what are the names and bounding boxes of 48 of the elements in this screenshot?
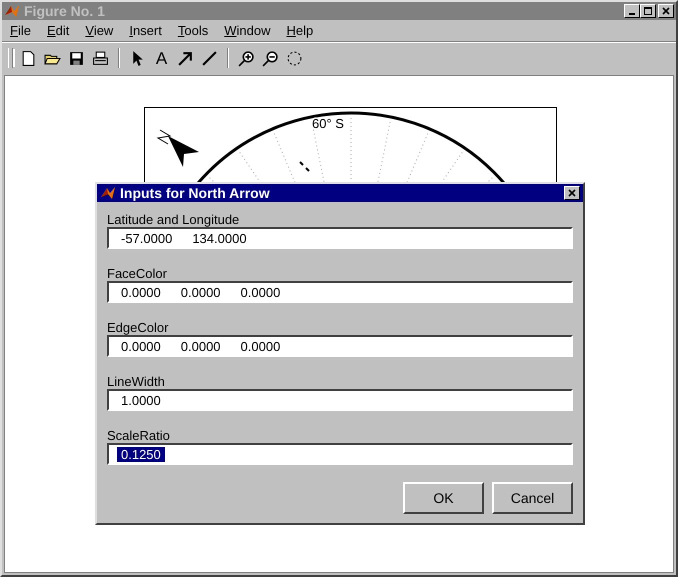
- input-field[interactable]: 0.1250: [107, 443, 573, 465]
- arrow-icon[interactable]: [177, 50, 194, 66]
- menu-item[interactable]: Help: [286, 23, 314, 38]
- dialog-button[interactable]: Cancel: [492, 482, 573, 514]
- printer-icon[interactable]: [92, 50, 109, 66]
- close-icon: [661, 6, 671, 16]
- app-icon: [100, 185, 116, 201]
- dialog-button[interactable]: OK: [403, 482, 484, 514]
- new-file-icon[interactable]: [20, 50, 37, 66]
- field-label: Latitude and Longitude: [107, 212, 240, 227]
- field-value: 0.0000 0.0000 0.0000: [120, 284, 282, 300]
- maximize-icon: [643, 6, 653, 16]
- dialog-title: Inputs for North Arrow: [120, 185, 271, 201]
- menu-item[interactable]: Tools: [178, 23, 208, 38]
- close-button[interactable]: [564, 186, 580, 200]
- rotate-icon[interactable]: [286, 50, 303, 66]
- field-value: 1.0000: [120, 392, 162, 408]
- window-title: Figure No. 1: [24, 3, 106, 19]
- field-value: 0.0000 0.0000 0.0000: [120, 338, 282, 354]
- app-icon: [4, 3, 20, 19]
- toolbar-grip[interactable]: [8, 48, 13, 68]
- field-label: LineWidth: [107, 374, 166, 389]
- close-icon: [567, 188, 577, 198]
- menu-item[interactable]: Edit: [46, 23, 70, 38]
- field-value: 0.1250: [117, 446, 165, 462]
- menu-item[interactable]: Window: [224, 23, 270, 38]
- text-tool-button[interactable]: A: [153, 50, 170, 66]
- zoom-in-icon[interactable]: [238, 50, 255, 66]
- minimize-button[interactable]: [624, 4, 640, 18]
- field-value: -57.0000 134.0000: [120, 230, 248, 246]
- menu-item[interactable]: Insert: [129, 23, 162, 38]
- field-label: ScaleRatio: [107, 428, 171, 443]
- input-field[interactable]: -57.0000 134.0000: [107, 227, 573, 249]
- line-icon[interactable]: [201, 50, 218, 66]
- save-icon[interactable]: [68, 50, 85, 66]
- input-field[interactable]: 0.0000 0.0000 0.0000: [107, 335, 573, 357]
- field-label: EdgeColor: [107, 320, 170, 335]
- menu-item[interactable]: View: [85, 23, 114, 38]
- map-plot: 60° S: [142, 105, 558, 183]
- close-button[interactable]: [658, 4, 674, 18]
- minimize-icon: [629, 13, 635, 15]
- input-field[interactable]: 0.0000 0.0000 0.0000: [107, 281, 573, 303]
- field-label: FaceColor: [107, 266, 168, 281]
- north-arrow-icon: [156, 130, 199, 167]
- input-field[interactable]: 1.0000: [107, 389, 573, 411]
- zoom-out-icon[interactable]: [262, 50, 279, 66]
- maximize-button[interactable]: [640, 4, 656, 18]
- menu-item[interactable]: File: [10, 23, 31, 38]
